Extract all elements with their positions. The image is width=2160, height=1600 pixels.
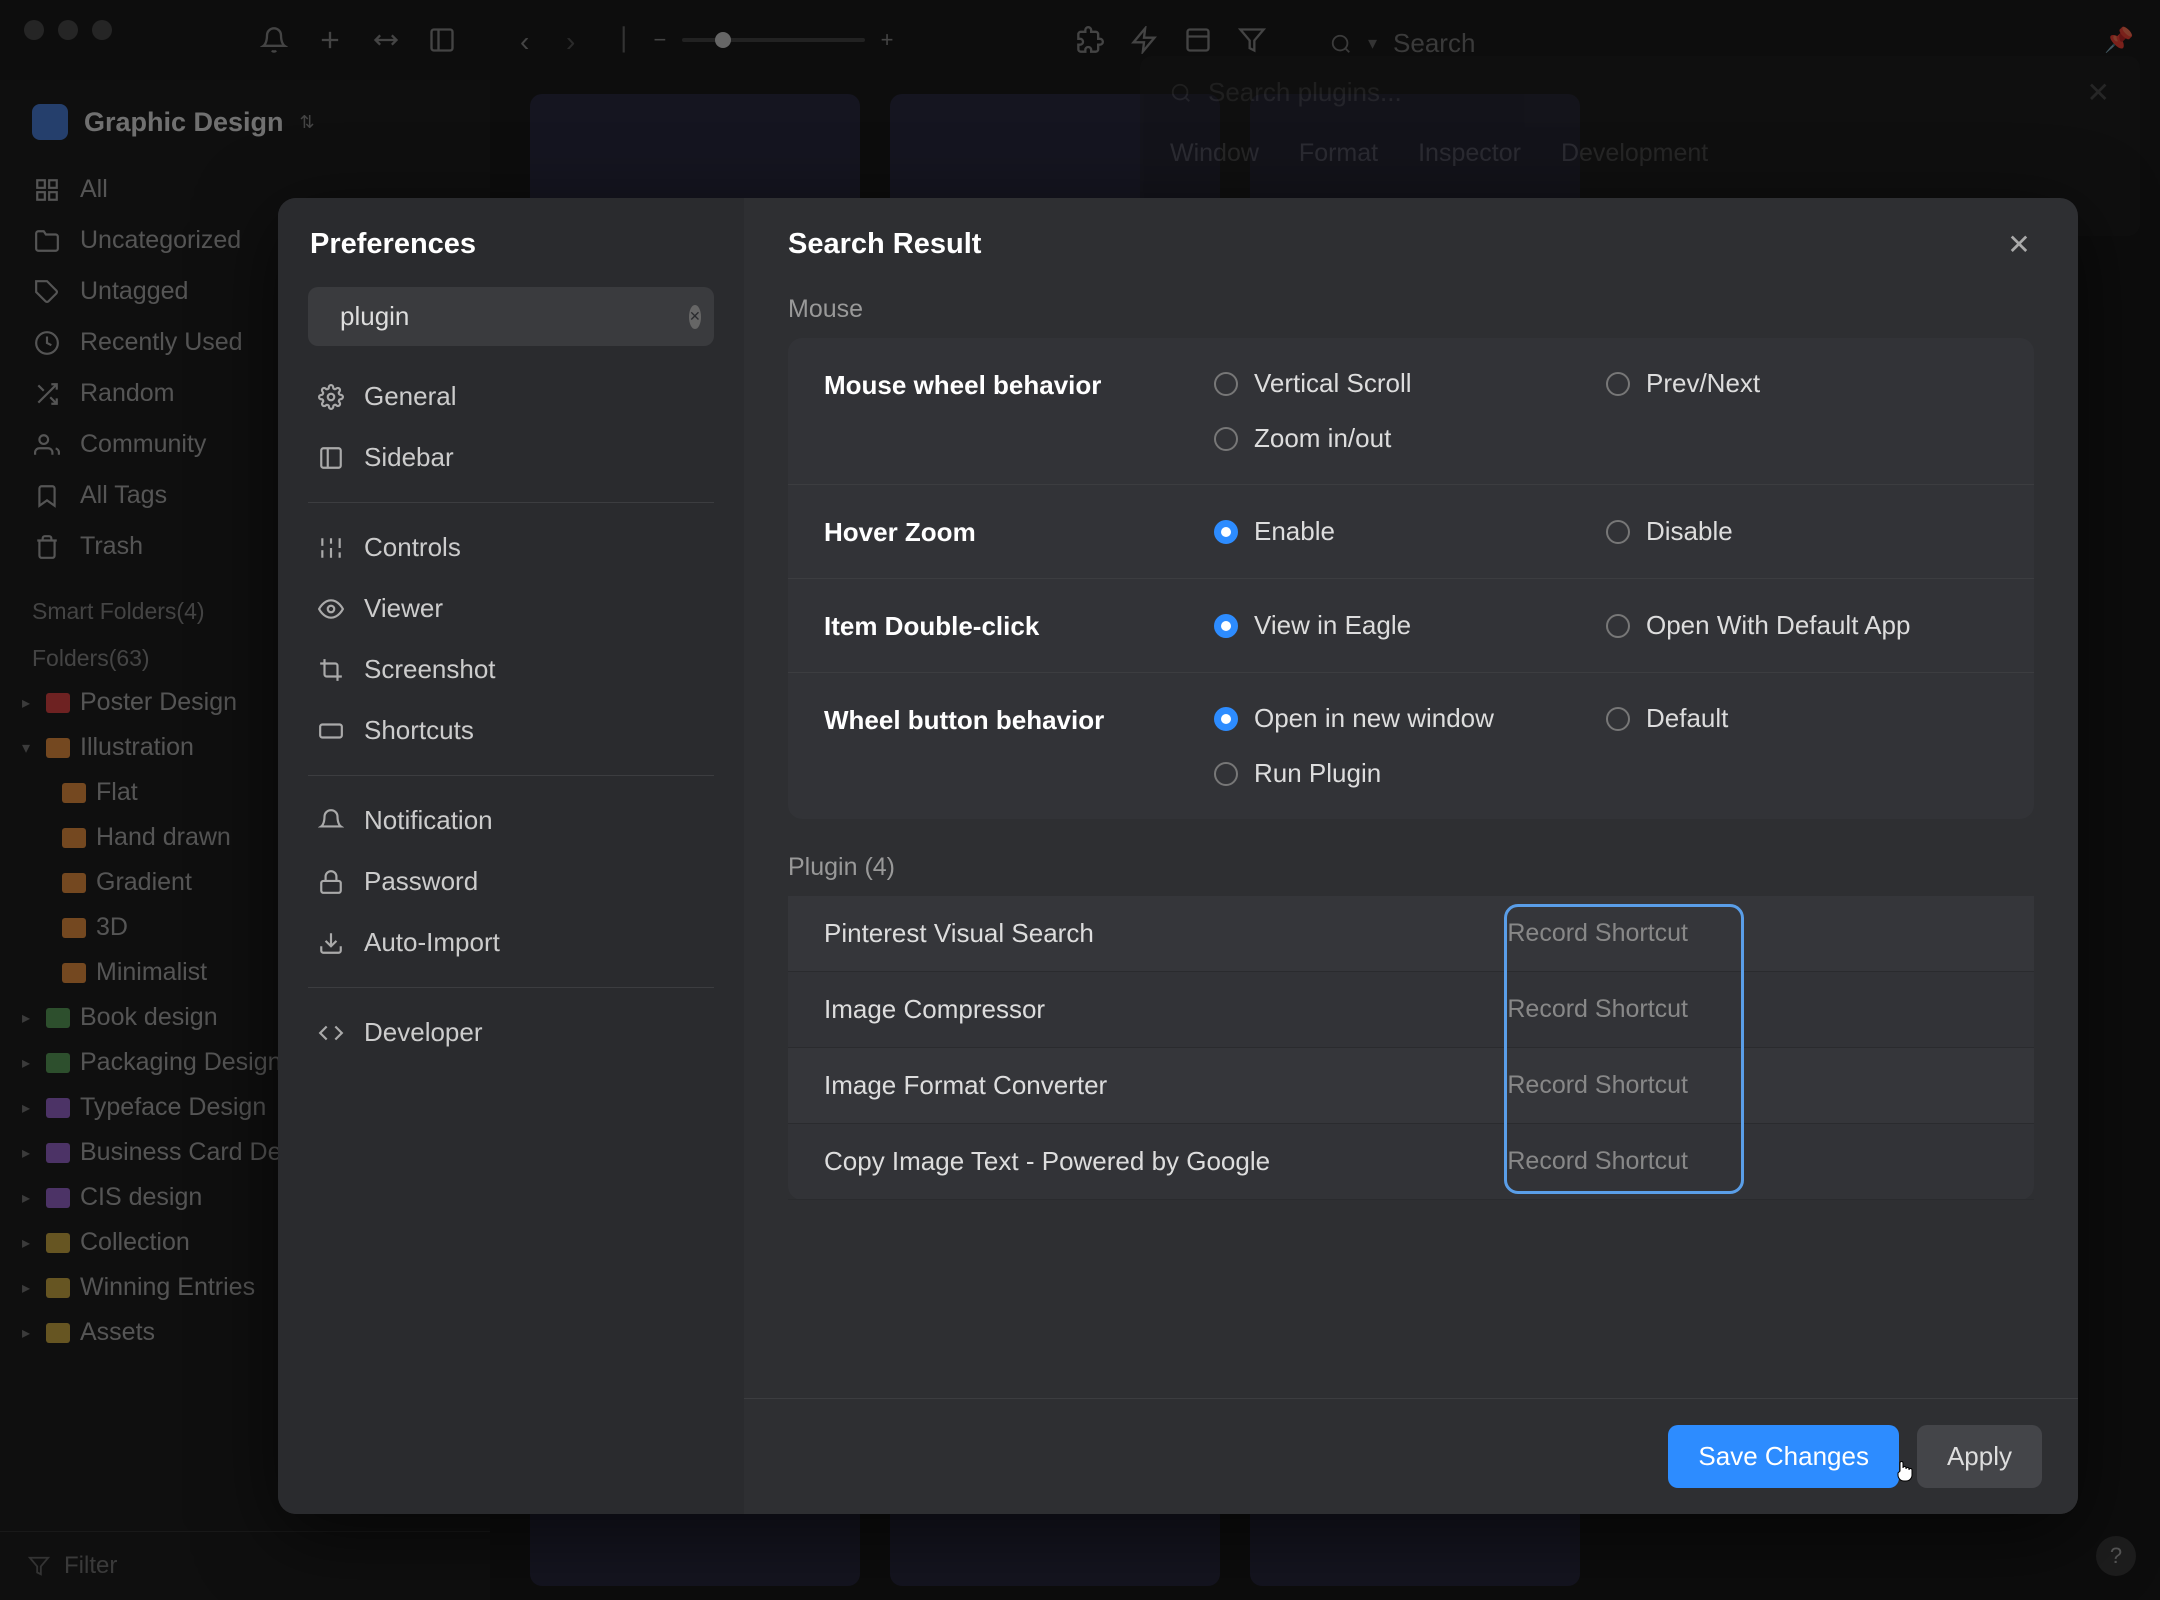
prefs-nav-viewer[interactable]: Viewer [308, 578, 714, 639]
radio-enable[interactable] [1214, 520, 1238, 544]
setting-hover-zoom: Hover Zoom Enable Disable [788, 485, 2034, 579]
radio-zoom[interactable] [1214, 427, 1238, 451]
shortcut-input[interactable]: Record Shortcut [1045, 995, 1998, 1024]
plugin-row-converter[interactable]: Image Format Converter Record Shortcut [788, 1048, 2034, 1124]
eye-icon [318, 596, 344, 622]
plugin-section-label: Plugin (4) [788, 853, 2034, 882]
radio-disable[interactable] [1606, 520, 1630, 544]
download-icon [318, 930, 344, 956]
sliders-icon [318, 535, 344, 561]
radio-prev-next[interactable] [1606, 372, 1630, 396]
prefs-search-input[interactable] [340, 301, 675, 332]
setting-wheel-behavior: Mouse wheel behavior Vertical Scroll Pre… [788, 338, 2034, 485]
apply-button[interactable]: Apply [1917, 1425, 2042, 1488]
prefs-nav-controls[interactable]: Controls [308, 517, 714, 578]
prefs-nav-screenshot[interactable]: Screenshot [308, 639, 714, 700]
shortcut-input[interactable]: Record Shortcut [1270, 1147, 1998, 1176]
radio-run-plugin[interactable] [1214, 762, 1238, 786]
plugin-list: Pinterest Visual Search Record Shortcut … [788, 896, 2034, 1200]
prefs-search[interactable]: ✕ [308, 287, 714, 346]
content-title: Search Result [788, 228, 981, 261]
prefs-nav-shortcuts[interactable]: Shortcuts [308, 700, 714, 761]
crop-icon [318, 657, 344, 683]
mouse-settings-card: Mouse wheel behavior Vertical Scroll Pre… [788, 338, 2034, 819]
settings-icon [318, 384, 344, 410]
close-icon[interactable]: ✕ [2004, 228, 2034, 261]
prefs-nav-password[interactable]: Password [308, 851, 714, 912]
prefs-nav-sidebar[interactable]: Sidebar [308, 427, 714, 488]
preferences-content: Search Result ✕ Mouse Mouse wheel behavi… [744, 198, 2078, 1514]
plugin-row-pinterest[interactable]: Pinterest Visual Search Record Shortcut [788, 896, 2034, 972]
shortcut-input[interactable]: Record Shortcut [1107, 1071, 1998, 1100]
setting-double-click: Item Double-click View in Eagle Open Wit… [788, 579, 2034, 673]
radio-vertical-scroll[interactable] [1214, 372, 1238, 396]
keyboard-icon [318, 718, 344, 744]
preferences-sidebar: Preferences ✕ General Sidebar Controls V… [278, 198, 744, 1514]
plugin-row-compressor[interactable]: Image Compressor Record Shortcut [788, 972, 2034, 1048]
radio-default-app[interactable] [1606, 614, 1630, 638]
prefs-nav-autoimport[interactable]: Auto-Import [308, 912, 714, 973]
shortcut-input[interactable]: Record Shortcut [1094, 919, 1998, 948]
save-button[interactable]: Save Changes [1668, 1425, 1899, 1488]
preferences-footer: Save Changes Apply [744, 1398, 2078, 1514]
prefs-nav-general[interactable]: General [308, 366, 714, 427]
code-icon [318, 1020, 344, 1046]
prefs-nav-notification[interactable]: Notification [308, 790, 714, 851]
sidebar-icon [318, 445, 344, 471]
preferences-modal: Preferences ✕ General Sidebar Controls V… [278, 198, 2078, 1514]
lock-icon [318, 869, 344, 895]
radio-default[interactable] [1606, 707, 1630, 731]
mouse-section-label: Mouse [788, 295, 2034, 324]
preferences-title: Preferences [308, 228, 714, 261]
radio-view-eagle[interactable] [1214, 614, 1238, 638]
bell-icon [318, 808, 344, 834]
setting-wheel-button: Wheel button behavior Open in new window… [788, 673, 2034, 819]
radio-new-window[interactable] [1214, 707, 1238, 731]
prefs-nav-developer[interactable]: Developer [308, 1002, 714, 1063]
modal-overlay: Preferences ✕ General Sidebar Controls V… [0, 0, 2160, 1600]
plugin-row-copytext[interactable]: Copy Image Text - Powered by Google Reco… [788, 1124, 2034, 1200]
clear-icon[interactable]: ✕ [689, 305, 701, 329]
